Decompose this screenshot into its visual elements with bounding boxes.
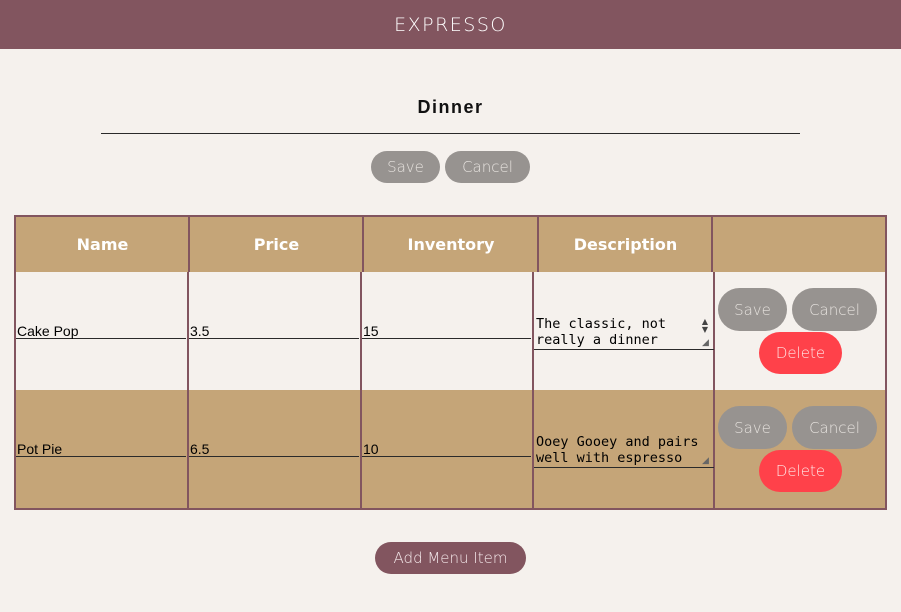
- item-description-field[interactable]: The classic, not really a dinner: [534, 314, 714, 350]
- header-divider: [537, 217, 539, 272]
- item-price-field[interactable]: 3.5: [189, 324, 359, 339]
- table-row: Cake Pop 3.5 15 The classic, not really …: [16, 272, 885, 390]
- resize-grip-icon[interactable]: ◢: [702, 456, 712, 466]
- table-row: Pot Pie 6.5 10 Ooey Gooey and pairs well…: [16, 390, 885, 508]
- header-divider: [711, 217, 713, 272]
- item-name-field[interactable]: Pot Pie: [16, 442, 186, 457]
- item-price-field[interactable]: 6.5: [189, 442, 359, 457]
- row-delete-button[interactable]: Delete: [759, 450, 842, 492]
- top-bar: EXPRESSO: [0, 0, 901, 49]
- menu-items-table: Name Price Inventory Description Cake Po…: [14, 215, 887, 510]
- header-divider: [362, 217, 364, 272]
- resize-grip-icon[interactable]: ◢: [702, 338, 712, 348]
- header-divider: [188, 217, 190, 272]
- column-header-description: Description: [539, 217, 712, 272]
- menu-cancel-button[interactable]: Cancel: [445, 151, 530, 183]
- item-description-field[interactable]: Ooey Gooey and pairs well with espresso: [534, 432, 714, 468]
- menu-title[interactable]: Dinner: [101, 92, 800, 134]
- app-logo[interactable]: EXPRESSO: [394, 14, 507, 36]
- item-name-field[interactable]: Cake Pop: [16, 324, 186, 339]
- row-delete-button[interactable]: Delete: [759, 332, 842, 374]
- row-cancel-button[interactable]: Cancel: [792, 288, 877, 331]
- column-header-inventory: Inventory: [364, 217, 538, 272]
- add-menu-item-button[interactable]: Add Menu Item: [375, 542, 526, 574]
- menu-save-button[interactable]: Save: [371, 151, 440, 183]
- column-header-price: Price: [190, 217, 363, 272]
- column-header-name: Name: [16, 217, 189, 272]
- row-cancel-button[interactable]: Cancel: [792, 406, 877, 449]
- row-save-button[interactable]: Save: [718, 288, 787, 331]
- column-header-actions: [713, 217, 885, 272]
- item-inventory-field[interactable]: 15: [362, 324, 531, 339]
- row-save-button[interactable]: Save: [718, 406, 787, 449]
- scroll-arrows-icon[interactable]: ▲ ▼: [700, 318, 710, 334]
- item-inventory-field[interactable]: 10: [362, 442, 531, 457]
